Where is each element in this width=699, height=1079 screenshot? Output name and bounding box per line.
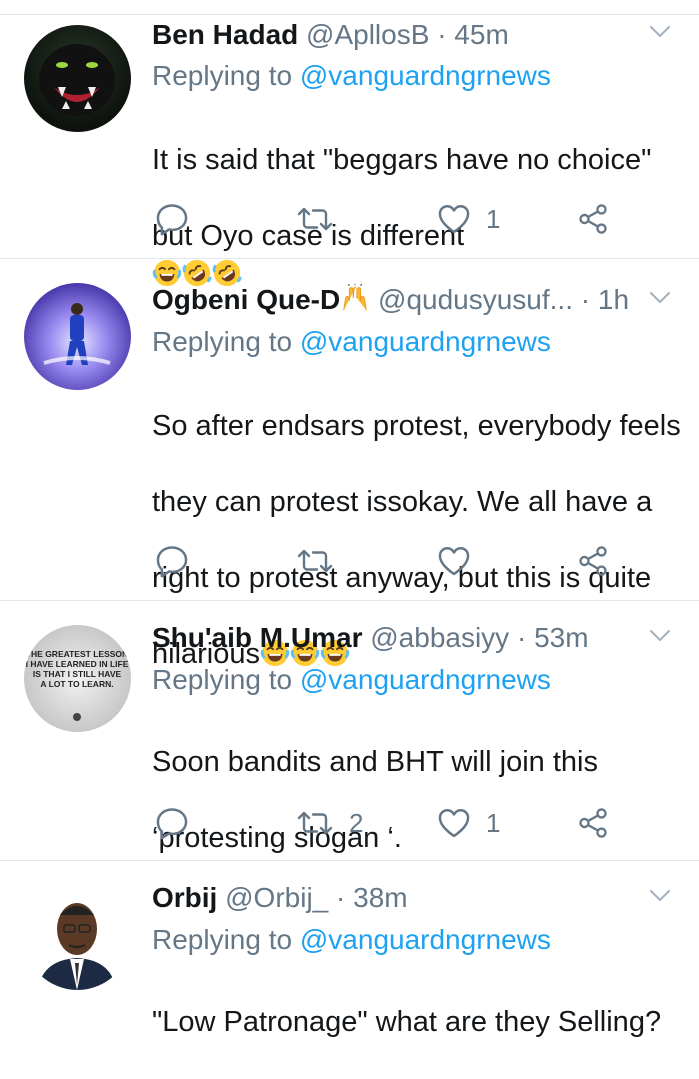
tweet-text-line: It is said that "beggars have no choice" xyxy=(152,144,652,176)
replying-label: Replying to xyxy=(152,60,293,91)
separator: · xyxy=(336,882,346,913)
timestamp[interactable]: 38m xyxy=(353,882,407,913)
share-button[interactable] xyxy=(576,199,610,239)
retweet-button[interactable]: 2 xyxy=(295,803,363,843)
chevron-down-icon[interactable] xyxy=(649,889,671,903)
tweet-text-line: So after endsars protest, everybody feel… xyxy=(152,410,681,442)
quote-avatar-image: THE GREATEST LESSON I HAVE LEARNED IN LI… xyxy=(26,649,129,721)
reply-icon xyxy=(154,805,190,841)
reply-button[interactable] xyxy=(154,199,204,239)
tweet-text-line: they can protest issokay. We all have a xyxy=(152,486,653,518)
retweet-icon xyxy=(295,806,335,840)
tweet-text-line: "Low Patronage" what are they Selling? xyxy=(152,1006,662,1038)
display-name[interactable]: Orbij xyxy=(152,882,217,913)
tweet-header: Ben Hadad @ApllosB · 45m xyxy=(152,18,509,52)
chevron-down-icon[interactable] xyxy=(649,291,671,305)
footballer-avatar-image xyxy=(43,303,111,365)
panther-avatar-image xyxy=(39,44,115,116)
tweet-header: Ogbeni Que-D @qudusyusuf... · 1h xyxy=(152,283,629,317)
separator: · xyxy=(437,19,447,50)
avatar[interactable] xyxy=(24,883,131,990)
timestamp[interactable]: 1h xyxy=(598,284,629,315)
avatar-quote-line: A LOT TO LEARN. xyxy=(40,679,113,689)
avatar[interactable] xyxy=(24,283,131,390)
like-count: 1 xyxy=(486,203,501,234)
heart-icon xyxy=(436,805,472,841)
reply-icon xyxy=(154,201,190,237)
share-icon xyxy=(576,806,610,840)
caricature-avatar-image xyxy=(38,903,116,990)
replying-label: Replying to xyxy=(152,326,293,357)
replying-label: Replying to xyxy=(152,924,293,955)
like-button[interactable]: 1 xyxy=(436,803,500,843)
replying-to: Replying to @vanguardngrnews xyxy=(152,663,551,697)
action-bar xyxy=(152,541,682,581)
replying-to: Replying to @vanguardngrnews xyxy=(152,923,551,957)
tweet-card[interactable]: Ogbeni Que-D @qudusyusuf... · 1h Replyin… xyxy=(0,258,699,670)
separator: · xyxy=(580,284,591,315)
like-count: 1 xyxy=(486,807,501,838)
handle[interactable]: @Orbij_ xyxy=(225,882,328,913)
replying-label: Replying to xyxy=(152,664,293,695)
display-name[interactable]: Ogbeni Que-D xyxy=(152,284,340,315)
handle[interactable]: @abbasiyy xyxy=(370,622,509,653)
like-button[interactable]: 1 xyxy=(436,199,500,239)
tweet-text-line: Soon bandits and BHT will join this xyxy=(152,746,598,778)
reply-button[interactable] xyxy=(154,803,204,843)
retweet-icon xyxy=(295,544,335,578)
chevron-down-icon[interactable] xyxy=(649,629,671,643)
like-button[interactable] xyxy=(436,541,486,581)
heart-icon xyxy=(436,543,472,579)
avatar[interactable] xyxy=(24,25,131,132)
replying-to: Replying to @vanguardngrnews xyxy=(152,59,551,93)
avatar-quote-line: IS THAT I STILL HAVE xyxy=(33,669,122,679)
tweet-card[interactable]: THE GREATEST LESSON I HAVE LEARNED IN LI… xyxy=(0,600,699,861)
retweet-count: 2 xyxy=(349,807,364,838)
share-icon xyxy=(576,202,610,236)
tweet-text: "Low Patronage" what are they Selling? xyxy=(152,965,697,1079)
retweet-button[interactable] xyxy=(295,199,349,239)
share-icon xyxy=(576,544,610,578)
display-name[interactable]: Ben Hadad xyxy=(152,19,298,50)
retweet-icon xyxy=(295,202,335,236)
timestamp[interactable]: 45m xyxy=(454,19,508,50)
tweet-header: Shu'aib M.Umar @abbasiyy · 53m xyxy=(152,621,589,655)
reply-icon xyxy=(154,543,190,579)
separator: · xyxy=(516,622,527,653)
mention-link[interactable]: @vanguardngrnews xyxy=(300,664,551,695)
share-button[interactable] xyxy=(576,803,610,843)
mention-link[interactable]: @vanguardngrnews xyxy=(300,60,551,91)
tweet-header: Orbij @Orbij_ · 38m xyxy=(152,881,408,915)
handle[interactable]: @qudusyusuf... xyxy=(378,284,573,315)
handle[interactable]: @ApllosB xyxy=(306,19,429,50)
timestamp[interactable]: 53m xyxy=(534,622,588,653)
raising-hands-icon xyxy=(340,284,370,314)
retweet-button[interactable] xyxy=(295,541,349,581)
action-bar: 1 xyxy=(152,199,682,239)
avatar[interactable]: THE GREATEST LESSON I HAVE LEARNED IN LI… xyxy=(24,625,131,732)
mention-link[interactable]: @vanguardngrnews xyxy=(300,326,551,357)
heart-icon xyxy=(436,201,472,237)
chevron-down-icon[interactable] xyxy=(649,25,671,39)
replying-to: Replying to @vanguardngrnews xyxy=(152,325,551,359)
tweet-card[interactable]: Orbij @Orbij_ · 38m Replying to @vanguar… xyxy=(0,860,699,1038)
share-button[interactable] xyxy=(576,541,610,581)
avatar-quote-line: THE GREATEST LESSON xyxy=(26,649,128,659)
action-bar: 2 1 xyxy=(152,803,682,843)
avatar-quote-line: I HAVE LEARNED IN LIFE xyxy=(26,659,129,669)
mention-link[interactable]: @vanguardngrnews xyxy=(300,924,551,955)
tweet-card[interactable]: Ben Hadad @ApllosB · 45m Replying to @va… xyxy=(0,14,699,259)
display-name[interactable]: Shu'aib M.Umar xyxy=(152,622,362,653)
reply-button[interactable] xyxy=(154,541,204,581)
